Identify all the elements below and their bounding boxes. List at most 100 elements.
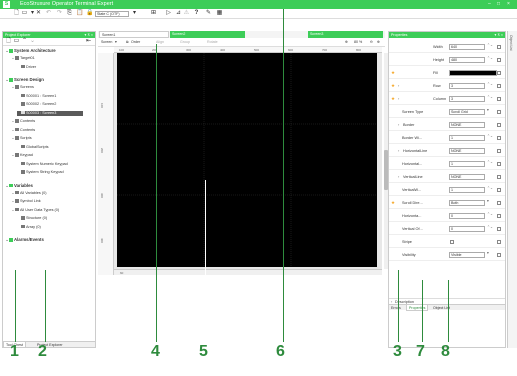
chevron-down-icon[interactable]: ▾ [487, 251, 489, 255]
help-icon[interactable]: ? [193, 10, 200, 17]
order-button[interactable]: Order [131, 39, 140, 46]
zoom-out-icon[interactable]: ⊖ [370, 39, 373, 46]
property-checkbox[interactable] [497, 149, 501, 153]
tab-screen3[interactable]: Screen3 [308, 31, 383, 38]
paste-icon[interactable]: 📋 [76, 10, 83, 17]
build-icon[interactable]: ⊿ [175, 10, 182, 17]
state-dropdown-icon[interactable]: ▾ [131, 10, 138, 17]
tree-item[interactable]: Structure (0) [17, 216, 47, 221]
tree-section[interactable]: ⌄ Screen Design [5, 77, 44, 82]
property-checkbox[interactable] [497, 84, 501, 88]
tree-item[interactable]: ⌄ Contents [11, 119, 35, 124]
horizontal-scrollbar[interactable]: 60 [114, 269, 382, 275]
tree-section[interactable]: ⌄ System Architecture [5, 48, 55, 53]
property-input[interactable]: 480 [449, 57, 485, 63]
collapse-icon[interactable]: ⌄ [29, 38, 36, 45]
tree-section[interactable]: ⌄ Alarms/Events [5, 237, 44, 242]
maximize-button[interactable]: □ [497, 1, 500, 7]
tree-item[interactable]: ⌄ All User Data Types (0) [11, 208, 59, 213]
tree-item[interactable]: ⌄ Scripts [11, 136, 31, 141]
tree-item[interactable]: ⌄ Symbol Link [11, 199, 40, 204]
property-checkbox[interactable] [497, 253, 501, 257]
new-icon[interactable]: 🗋 [13, 10, 20, 17]
property-checkbox[interactable] [497, 45, 501, 49]
spinner-icon[interactable]: ⌃⌄ [487, 225, 493, 229]
tree-item[interactable]: S00002 : Screen2 [17, 102, 56, 107]
spinner-icon[interactable]: ⌃⌄ [487, 95, 493, 99]
tree-item[interactable]: ⌄ All Variables (0) [11, 191, 46, 196]
color-swatch[interactable] [449, 70, 497, 76]
collapse-all-icon[interactable]: ⇤ [85, 38, 92, 45]
arrange-icon[interactable]: ▦ [216, 10, 223, 17]
tree-item[interactable]: ⌄ Target01 [11, 56, 34, 61]
property-input[interactable]: NONE [449, 174, 485, 180]
minimize-button[interactable]: – [488, 1, 491, 7]
tab-errors[interactable]: Errors [389, 305, 403, 311]
property-checkbox[interactable] [497, 240, 501, 244]
screen-dropdown[interactable]: Screen [101, 39, 112, 46]
property-input[interactable]: 1 [449, 135, 485, 141]
tab-properties[interactable]: Properties [406, 305, 429, 311]
pin-icon[interactable]: ✎ [205, 10, 212, 17]
spinner-icon[interactable]: ⌃⌄ [487, 134, 493, 138]
property-input[interactable]: 0 [449, 213, 485, 219]
panel-controls[interactable]: ▾ ⊼ × [494, 32, 503, 38]
tree-item[interactable]: System Numeric Keypad [17, 162, 68, 167]
spinner-icon[interactable]: ⌃⌄ [487, 186, 493, 190]
property-input[interactable]: 640 [449, 44, 485, 50]
property-checkbox[interactable] [497, 58, 501, 62]
property-checkbox[interactable] [497, 110, 501, 114]
spinner-icon[interactable]: ⌃⌄ [487, 160, 493, 164]
folder-icon[interactable]: ▭ [13, 38, 20, 45]
property-checkbox[interactable] [497, 71, 501, 75]
property-checkbox[interactable] [497, 188, 501, 192]
property-input[interactable]: NONE [449, 148, 485, 154]
tree-item[interactable]: GlobalScripts [17, 145, 49, 150]
property-checkbox[interactable] [497, 175, 501, 179]
property-select[interactable]: Visible [449, 252, 485, 258]
chevron-right-icon[interactable]: › [398, 97, 399, 101]
document-icon[interactable]: 🗋 [5, 38, 12, 45]
property-input[interactable]: 3 [449, 96, 485, 102]
tree-item[interactable]: ⌄ Keypad [11, 153, 32, 158]
property-input[interactable]: 1 [449, 161, 485, 167]
spinner-icon[interactable]: ⌃⌄ [487, 43, 493, 47]
cut-icon[interactable]: ✕ [35, 10, 42, 17]
property-input[interactable]: 3 [449, 83, 485, 89]
collapsed-side-panel[interactable]: Object List [507, 31, 517, 348]
chevron-right-icon[interactable]: › [398, 149, 399, 153]
spinner-icon[interactable]: ⌃⌄ [487, 56, 493, 60]
chevron-down-icon[interactable]: ▾ [487, 108, 489, 112]
tree-item[interactable]: Driver [17, 65, 36, 70]
save-icon[interactable]: ▭ [21, 10, 28, 17]
property-checkbox[interactable] [497, 123, 501, 127]
property-checkbox[interactable] [497, 214, 501, 218]
property-input[interactable]: 1 [449, 187, 485, 193]
stripe-checkbox[interactable] [450, 240, 454, 244]
up-icon[interactable]: ⌃ [21, 38, 28, 45]
chevron-down-icon[interactable]: ▾ [487, 199, 489, 203]
property-input[interactable]: NONE [449, 122, 485, 128]
chevron-right-icon[interactable]: › [398, 175, 399, 179]
align-button[interactable]: Align [156, 39, 164, 46]
property-checkbox[interactable] [497, 201, 501, 205]
tree-item[interactable]: ⌄ Contents [11, 128, 35, 133]
warning-icon[interactable]: ⚠ [183, 10, 190, 17]
property-checkbox[interactable] [497, 97, 501, 101]
chevron-right-icon[interactable]: › [398, 84, 399, 88]
tree-item[interactable]: S00003 : Screen3 [17, 110, 83, 116]
close-button[interactable]: × [507, 1, 510, 7]
zoom-fit-icon[interactable]: ⊕ [377, 39, 380, 46]
property-checkbox[interactable] [497, 136, 501, 140]
screen-dropdown-arrow-icon[interactable]: ▾ [115, 39, 117, 46]
tree-item[interactable]: System String Keypad [17, 170, 64, 175]
tab-screen2[interactable]: Screen2 [170, 31, 245, 38]
tree-section[interactable]: ⌄ Variables [5, 183, 33, 188]
tree-item[interactable]: ⌄ Screens [11, 85, 34, 90]
zoom-level[interactable]: 80 % [354, 39, 362, 46]
property-checkbox[interactable] [497, 162, 501, 166]
tab-screen1[interactable]: Screen1 [99, 31, 169, 38]
property-select[interactable]: Both [449, 200, 485, 206]
lock-icon[interactable]: 🔒 [86, 10, 93, 17]
tree-item[interactable]: Array (0) [17, 225, 41, 230]
